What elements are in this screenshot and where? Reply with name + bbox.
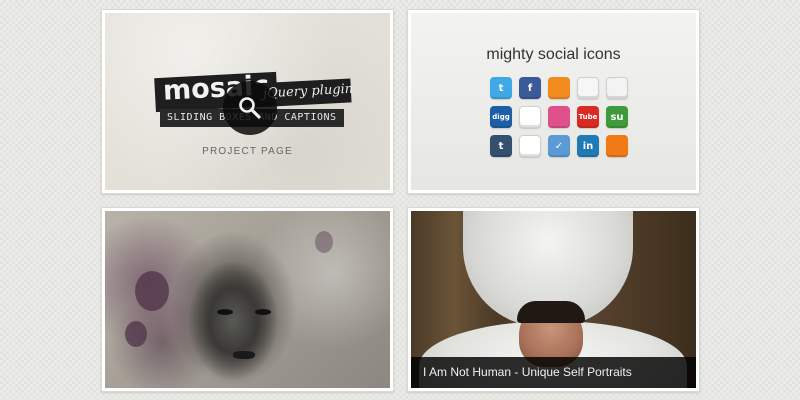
digg-icon[interactable]: digg	[490, 106, 512, 128]
face-eye-right	[255, 309, 271, 315]
self-portraits-tile[interactable]: I Am Not Human - Unique Self Portraits	[407, 207, 700, 392]
face-mouth	[233, 351, 255, 359]
portrait-art-tile[interactable]	[101, 207, 394, 392]
myspace-icon[interactable]: ✓	[548, 135, 570, 157]
man-hair	[517, 301, 585, 323]
portrait-art-image	[105, 211, 390, 388]
email-icon[interactable]	[577, 77, 599, 99]
flickr-icon[interactable]	[519, 135, 541, 157]
ink-splat	[125, 321, 147, 347]
social-icons-image: mighty social icons t f digg Tube su t ✓ in	[411, 13, 696, 190]
mosaic-plugin-tile[interactable]: mosaic jQuery plugin SLIDING BOXES AND C…	[101, 9, 394, 194]
ink-splat	[315, 231, 333, 253]
social-icons-title: mighty social icons	[486, 46, 621, 63]
magnifier-icon[interactable]	[223, 81, 277, 135]
ink-splat	[135, 271, 169, 311]
delicious-icon[interactable]	[519, 106, 541, 128]
dribbble-icon[interactable]	[548, 106, 570, 128]
stumbleupon-icon[interactable]: su	[606, 106, 628, 128]
tumblr-icon[interactable]: t	[490, 135, 512, 157]
project-page-link[interactable]: PROJECT PAGE	[105, 146, 390, 157]
self-portraits-image: I Am Not Human - Unique Self Portraits	[411, 211, 696, 388]
stumble-orange-icon[interactable]	[606, 135, 628, 157]
email-alt-icon[interactable]	[606, 77, 628, 99]
twitter-icon[interactable]: t	[490, 77, 512, 99]
social-icons-tile[interactable]: mighty social icons t f digg Tube su t ✓ in	[407, 9, 700, 194]
mosaic-plugin-image: mosaic jQuery plugin SLIDING BOXES AND C…	[105, 13, 390, 190]
social-icon-grid: t f digg Tube su t ✓ in	[490, 77, 636, 157]
caption-bar[interactable]: I Am Not Human - Unique Self Portraits	[411, 357, 696, 388]
youtube-icon[interactable]: Tube	[577, 106, 599, 128]
facebook-icon[interactable]: f	[519, 77, 541, 99]
caption-text: I Am Not Human - Unique Self Portraits	[423, 365, 632, 379]
face-eye-left	[217, 309, 233, 315]
rss-icon[interactable]	[548, 77, 570, 99]
linkedin-icon[interactable]: in	[577, 135, 599, 157]
